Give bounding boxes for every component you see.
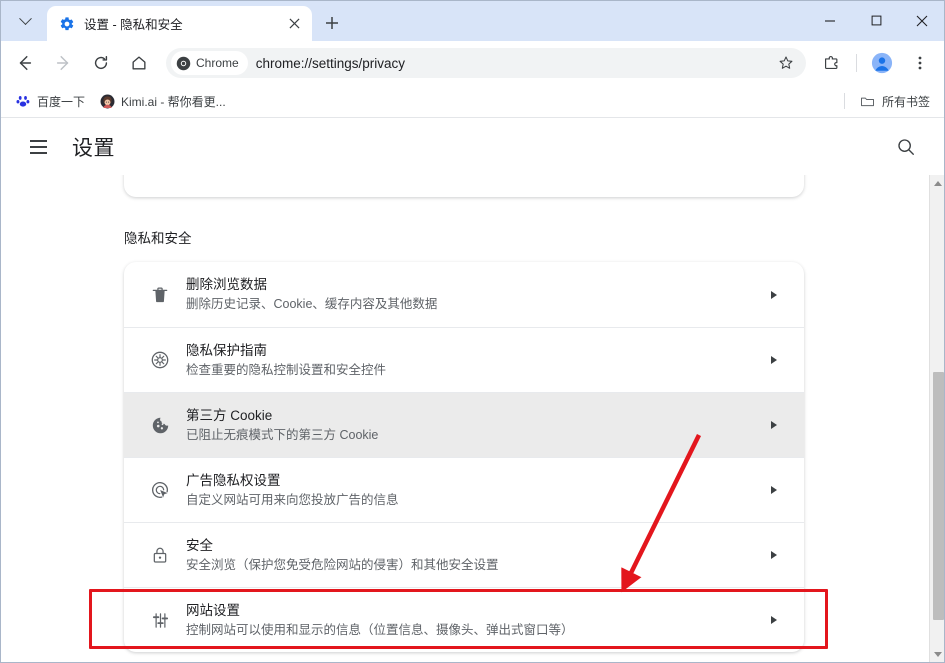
ad-privacy-icon [140, 480, 180, 501]
chevron-right-icon [762, 421, 786, 429]
main-menu-icon[interactable] [20, 129, 56, 165]
vertical-scrollbar[interactable] [929, 175, 945, 663]
settings-row-text: 广告隐私权设置 自定义网站可用来向您投放广告的信息 [180, 471, 762, 510]
hamburger-line [29, 145, 47, 148]
privacy-guide-icon [140, 349, 180, 371]
tab-close-icon[interactable] [284, 14, 304, 34]
bookmarks-bar-right: 所有书签 [843, 89, 937, 113]
chrome-origin-chip: Chrome [171, 51, 248, 75]
chevron-right-icon [762, 486, 786, 494]
chrome-logo-icon [176, 56, 191, 70]
settings-row-third-party-cookies[interactable]: 第三方 Cookie 已阻止无痕模式下的第三方 Cookie [124, 392, 804, 457]
settings-row-subtitle: 已阻止无痕模式下的第三方 Cookie [186, 427, 379, 442]
chevron-right-icon [762, 290, 786, 299]
bookmark-star-icon[interactable] [772, 49, 800, 77]
bookmarks-divider [843, 93, 845, 109]
chrome-chip-label: Chrome [196, 56, 239, 70]
bookmark-label: 百度一下 [37, 94, 86, 109]
chevron-right-icon [762, 551, 786, 559]
previous-card-clipped [124, 175, 804, 197]
browser-window: 设置 - 隐私和安全 Chrome chrome://settings/priv… [0, 0, 945, 663]
settings-row-security[interactable]: 安全 安全浏览（保护您免受危险网站的侵害）和其他安全设置 [124, 522, 804, 587]
settings-row-title: 网站设置 [186, 602, 240, 618]
tab-strip: 设置 - 隐私和安全 [0, 0, 945, 41]
settings-row-subtitle: 删除历史记录、Cookie、缓存内容及其他数据 [186, 297, 438, 311]
all-bookmarks-button[interactable]: 所有书签 [853, 89, 937, 113]
settings-row-text: 隐私保护指南 检查重要的隐私控制设置和安全控件 [180, 341, 762, 380]
settings-row-site-settings[interactable]: 网站设置 控制网站可以使用和显示的信息（位置信息、摄像头、弹出式窗口等） [124, 587, 804, 652]
page-title: 设置 [72, 136, 115, 160]
close-window-button[interactable] [899, 0, 945, 41]
settings-row-title: 第三方 Cookie [186, 407, 273, 423]
settings-row-text: 第三方 Cookie 已阻止无痕模式下的第三方 Cookie [180, 406, 762, 445]
settings-row-text: 网站设置 控制网站可以使用和显示的信息（位置信息、摄像头、弹出式窗口等） [180, 601, 762, 640]
baidu-paw-icon [15, 93, 31, 109]
kimi-avatar-icon [99, 93, 115, 109]
cookie-icon [140, 415, 180, 436]
triangle-up-icon [933, 181, 942, 186]
browser-toolbar: Chrome chrome://settings/privacy [0, 41, 945, 85]
settings-row-subtitle: 自定义网站可用来向您投放广告的信息 [186, 492, 399, 507]
bookmark-item-baidu[interactable]: 百度一下 [8, 89, 92, 113]
forward-button[interactable] [47, 47, 79, 79]
tab-title: 设置 - 隐私和安全 [84, 18, 183, 32]
settings-row-subtitle: 安全浏览（保护您免受危险网站的侵害）和其他安全设置 [186, 557, 499, 572]
new-tab-button[interactable] [318, 9, 346, 37]
all-bookmarks-label: 所有书签 [881, 94, 930, 109]
settings-row-text: 安全 安全浏览（保护您免受危险网站的侵害）和其他安全设置 [180, 536, 762, 575]
settings-row-title: 安全 [186, 537, 213, 553]
address-bar-url: chrome://settings/privacy [255, 55, 405, 71]
bookmark-item-kimi[interactable]: Kimi.ai - 帮你看更... [92, 89, 233, 113]
settings-gear-icon [59, 16, 75, 32]
hamburger-line [29, 151, 47, 154]
home-button[interactable] [123, 47, 155, 79]
settings-row-ad-privacy[interactable]: 广告隐私权设置 自定义网站可用来向您投放广告的信息 [124, 457, 804, 522]
settings-row-text: 删除浏览数据 删除历史记录、Cookie、缓存内容及其他数据 [180, 275, 762, 314]
folder-icon [860, 93, 876, 109]
bookmarks-bar: 百度一下 Kimi.ai - 帮你看更... 所有书签 [0, 85, 945, 118]
lock-icon [140, 545, 180, 565]
scroll-down-button[interactable] [930, 646, 945, 663]
address-bar[interactable]: Chrome chrome://settings/privacy [166, 48, 806, 78]
extensions-icon[interactable] [815, 47, 847, 79]
scroll-up-button[interactable] [930, 175, 945, 192]
settings-header: 设置 [0, 118, 945, 175]
hamburger-line [29, 139, 47, 142]
chevron-right-icon [762, 356, 786, 364]
settings-row-privacy-guide[interactable]: 隐私保护指南 检查重要的隐私控制设置和安全控件 [124, 327, 804, 392]
tab-search-button[interactable] [5, 7, 45, 35]
chevron-right-icon [762, 616, 786, 624]
settings-row-delete-browsing-data[interactable]: 删除浏览数据 删除历史记录、Cookie、缓存内容及其他数据 [124, 262, 804, 327]
settings-row-title: 广告隐私权设置 [186, 472, 281, 488]
tune-sliders-icon [140, 610, 180, 631]
settings-row-subtitle: 控制网站可以使用和显示的信息（位置信息、摄像头、弹出式窗口等） [186, 622, 574, 637]
back-button[interactable] [9, 47, 41, 79]
section-heading: 隐私和安全 [124, 231, 192, 246]
bookmark-label: Kimi.ai - 帮你看更... [121, 94, 226, 109]
settings-row-title: 隐私保护指南 [186, 342, 267, 358]
trash-icon [140, 285, 180, 305]
browser-menu-button[interactable] [904, 47, 936, 79]
reload-button[interactable] [85, 47, 117, 79]
search-settings-icon[interactable] [887, 128, 925, 166]
maximize-button[interactable] [853, 0, 899, 41]
chevron-down-icon [18, 11, 32, 25]
profile-avatar[interactable] [866, 47, 898, 79]
scrollbar-thumb[interactable] [933, 372, 944, 620]
window-controls [807, 0, 945, 41]
privacy-settings-card: 删除浏览数据 删除历史记录、Cookie、缓存内容及其他数据 隐私保护指南 检查… [124, 262, 804, 652]
settings-row-title: 删除浏览数据 [186, 277, 267, 292]
triangle-down-icon [934, 652, 942, 657]
minimize-button[interactable] [807, 0, 853, 41]
toolbar-divider [856, 54, 857, 72]
browser-tab[interactable]: 设置 - 隐私和安全 [47, 6, 312, 41]
settings-row-subtitle: 检查重要的隐私控制设置和安全控件 [186, 362, 387, 377]
settings-content: 隐私和安全 删除浏览数据 删除历史记录、Cookie、缓存内容及其他数据 隐私保… [0, 175, 945, 663]
